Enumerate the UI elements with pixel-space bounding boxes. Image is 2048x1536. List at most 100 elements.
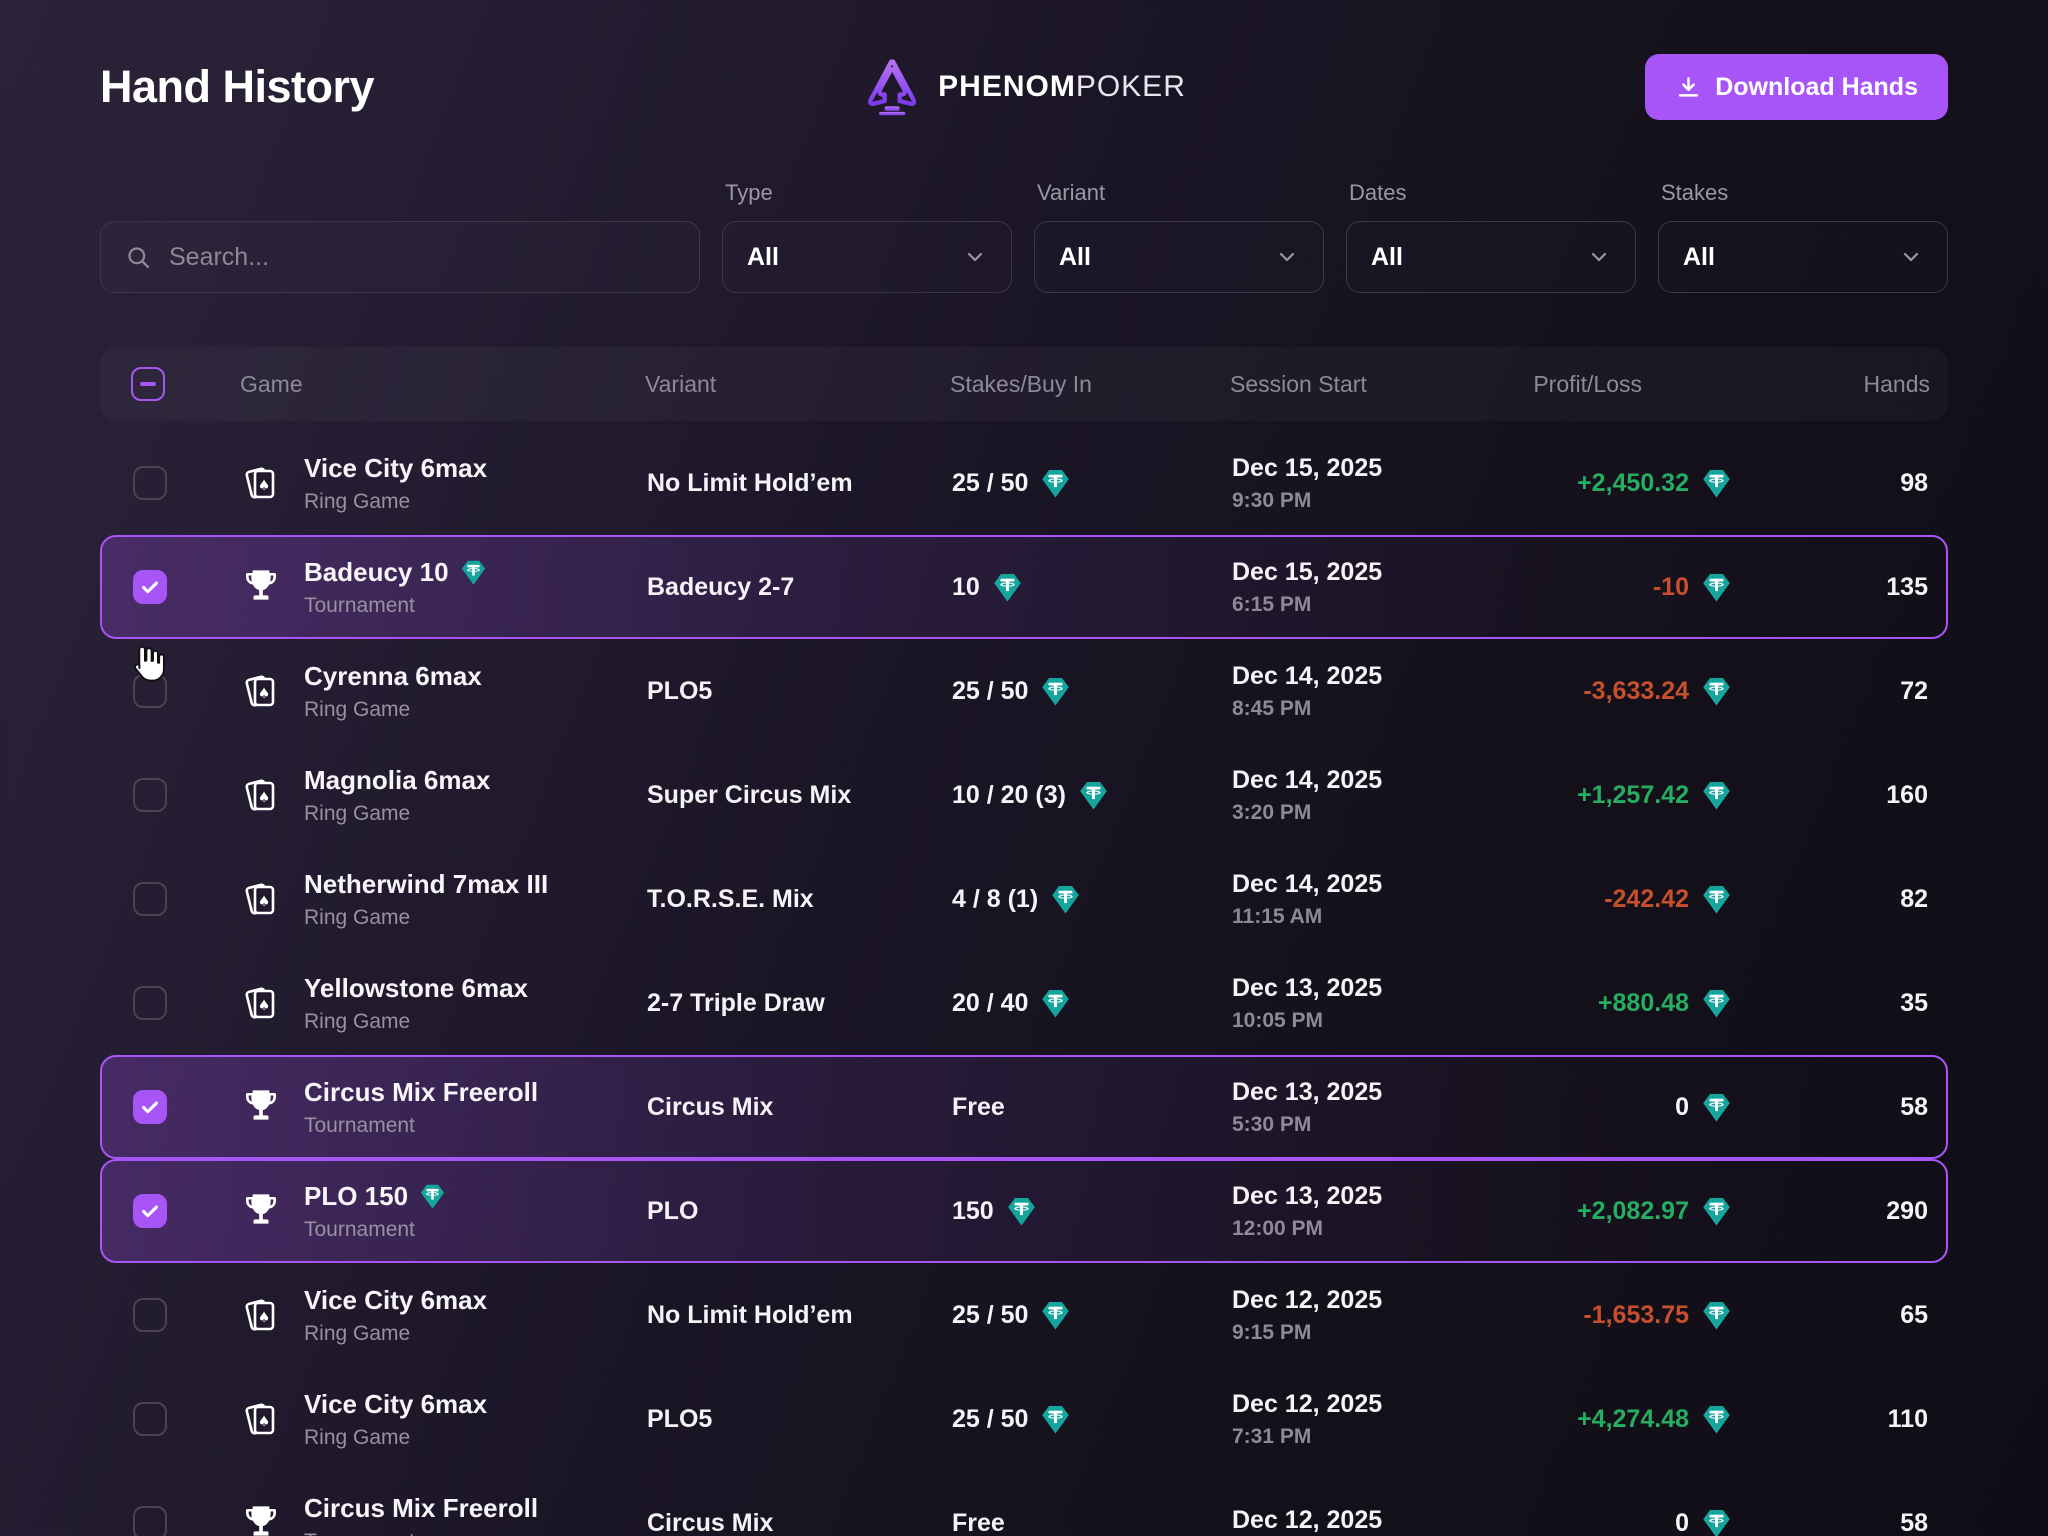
tether-gem-icon	[1701, 572, 1732, 603]
variant: 2-7 Triple Draw	[647, 989, 952, 1018]
variant-dropdown[interactable]: All	[1034, 221, 1324, 293]
profit-loss: -10	[1452, 572, 1732, 603]
svg-text:♠: ♠	[258, 478, 271, 494]
search-input[interactable]	[169, 243, 675, 272]
filter-dates: Dates All	[1346, 180, 1636, 293]
game-name: Vice City 6max	[304, 453, 487, 484]
table-row[interactable]: Circus Mix Freeroll Tournament Circus Mi…	[100, 1055, 1948, 1159]
table-row[interactable]: ♠ Vice City 6max Ring Game No Limit Hold…	[100, 431, 1948, 535]
variant: Circus Mix	[647, 1509, 952, 1536]
variant: PLO	[647, 1197, 952, 1226]
tether-gem-icon	[1040, 1300, 1071, 1331]
profit-loss: +880.48	[1452, 988, 1732, 1019]
tether-gem-icon	[1701, 1508, 1732, 1536]
row-checkbox[interactable]	[133, 466, 167, 500]
hands-count: 58	[1732, 1093, 1946, 1122]
table-row[interactable]: Circus Mix Freeroll Tournament Circus Mi…	[100, 1471, 1948, 1536]
row-checkbox[interactable]	[133, 570, 167, 604]
dates-dropdown[interactable]: All	[1346, 221, 1636, 293]
filter-label: Variant	[1037, 180, 1324, 206]
trophy-icon	[240, 1190, 282, 1232]
session-date: Dec 12, 2025	[1232, 1286, 1452, 1315]
table-row[interactable]: ♠ Magnolia 6max Ring Game Super Circus M…	[100, 743, 1948, 847]
stakes-buyin: 4 / 8 (1)	[952, 884, 1232, 915]
game-type: Ring Game	[304, 1426, 487, 1450]
game-type: Ring Game	[304, 906, 548, 930]
game-name: PLO 150	[304, 1181, 446, 1212]
game-name: Badeucy 10	[304, 557, 487, 588]
session-time: 9:30 PM	[1232, 489, 1452, 513]
cards-icon: ♠	[241, 463, 281, 503]
table-row[interactable]: ♠ Vice City 6max Ring Game No Limit Hold…	[100, 1263, 1948, 1367]
table-row[interactable]: ♠ Cyrenna 6max Ring Game PLO5 25 / 50 De…	[100, 639, 1948, 743]
variant: Super Circus Mix	[647, 781, 952, 810]
stakes-buyin: 20 / 40	[952, 988, 1232, 1019]
table-row[interactable]: ♠ Netherwind 7max III Ring Game T.O.R.S.…	[100, 847, 1948, 951]
cards-icon: ♠	[241, 671, 281, 711]
game-type: Ring Game	[304, 802, 490, 826]
row-checkbox[interactable]	[133, 882, 167, 916]
game-type: Ring Game	[304, 490, 487, 514]
row-checkbox[interactable]	[133, 1194, 167, 1228]
profit-loss: -242.42	[1452, 884, 1732, 915]
row-checkbox[interactable]	[133, 674, 167, 708]
tether-gem-icon	[1701, 1404, 1732, 1435]
game-type: Ring Game	[304, 1322, 487, 1346]
row-checkbox[interactable]	[133, 778, 167, 812]
brand-name: PHENOMPOKER	[938, 70, 1186, 104]
session-date: Dec 14, 2025	[1232, 870, 1452, 899]
tether-gem-icon	[1040, 468, 1071, 499]
tether-gem-icon	[1701, 780, 1732, 811]
column-header-game: Game	[212, 371, 645, 398]
row-checkbox[interactable]	[133, 1506, 167, 1536]
column-header-profit: Profit/Loss	[1450, 371, 1730, 398]
game-type: Ring Game	[304, 1010, 528, 1034]
hands-count: 135	[1732, 573, 1946, 602]
cards-icon: ♠	[241, 1295, 281, 1335]
stakes-buyin: 25 / 50	[952, 1300, 1232, 1331]
table-row[interactable]: ♠ Yellowstone 6max Ring Game 2-7 Triple …	[100, 951, 1948, 1055]
game-name: Netherwind 7max III	[304, 869, 548, 900]
search-box[interactable]	[100, 221, 700, 293]
filter-bar: Type All Variant All Dates All Stakes Al…	[100, 180, 1948, 293]
hands-count: 290	[1732, 1197, 1946, 1226]
hands-count: 72	[1732, 677, 1946, 706]
filter-label: Type	[725, 180, 1012, 206]
profit-loss: -1,653.75	[1452, 1300, 1732, 1331]
table-row[interactable]: Badeucy 10 Tournament Badeucy 2-7 10 Dec…	[100, 535, 1948, 639]
stakes-dropdown[interactable]: All	[1658, 221, 1948, 293]
cards-icon: ♠	[241, 983, 281, 1023]
table-row[interactable]: ♠ Vice City 6max Ring Game PLO5 25 / 50 …	[100, 1367, 1948, 1471]
game-type: Ring Game	[304, 698, 482, 722]
row-checkbox[interactable]	[133, 986, 167, 1020]
variant: No Limit Hold’em	[647, 469, 952, 498]
session-date: Dec 14, 2025	[1232, 766, 1452, 795]
filter-variant: Variant All	[1034, 180, 1324, 293]
tether-gem-icon	[1006, 1196, 1037, 1227]
table-row[interactable]: PLO 150 Tournament PLO 150 Dec 13, 2025 …	[100, 1159, 1948, 1263]
game-name: Circus Mix Freeroll	[304, 1077, 538, 1108]
brand-logo: PHENOMPOKER	[862, 55, 1186, 119]
search-icon	[125, 244, 152, 271]
variant: PLO5	[647, 1405, 952, 1434]
cards-icon: ♠	[241, 879, 281, 919]
svg-text:♠: ♠	[258, 1310, 271, 1326]
svg-text:♠: ♠	[258, 1414, 271, 1430]
row-checkbox[interactable]	[133, 1298, 167, 1332]
select-all-checkbox[interactable]	[131, 367, 165, 401]
trophy-icon	[241, 1191, 281, 1231]
tether-gem-icon	[1040, 676, 1071, 707]
profit-loss: 0	[1452, 1092, 1732, 1123]
hands-count: 98	[1732, 469, 1946, 498]
chevron-down-icon	[963, 245, 987, 269]
type-dropdown[interactable]: All	[722, 221, 1012, 293]
hands-count: 110	[1732, 1405, 1946, 1434]
variant: T.O.R.S.E. Mix	[647, 885, 952, 914]
game-name: Vice City 6max	[304, 1389, 487, 1420]
row-checkbox[interactable]	[133, 1402, 167, 1436]
download-hands-button[interactable]: Download Hands	[1645, 54, 1948, 120]
row-checkbox[interactable]	[133, 1090, 167, 1124]
page-title: Hand History	[100, 61, 374, 113]
stakes-buyin: Free	[952, 1093, 1232, 1122]
cards-icon: ♠	[240, 1294, 282, 1336]
